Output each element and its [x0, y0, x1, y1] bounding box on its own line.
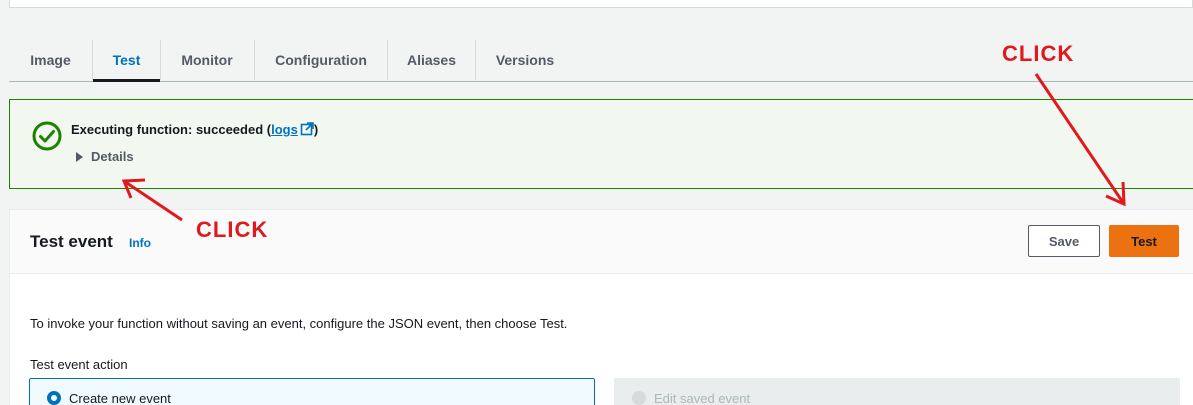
- check-circle-icon: [32, 121, 62, 151]
- caret-right-icon: [76, 151, 83, 162]
- test-description: To invoke your function without saving a…: [30, 316, 568, 331]
- panel-title: Test event: [30, 232, 113, 251]
- alert-title-prefix: Executing function: succeeded (: [71, 122, 272, 137]
- tab-versions[interactable]: Versions: [476, 38, 574, 82]
- tab-aliases[interactable]: Aliases: [388, 38, 475, 82]
- alert-title: Executing function: succeeded (logs): [71, 122, 318, 137]
- test-event-panel: Test event Info Save Test To invoke your…: [9, 209, 1193, 405]
- edit-saved-event-option: Edit saved event: [614, 378, 1180, 405]
- create-new-event-option[interactable]: Create new event: [29, 378, 595, 405]
- radio-selected-icon: [47, 391, 61, 405]
- details-label: Details: [91, 149, 134, 164]
- save-button[interactable]: Save: [1028, 225, 1100, 257]
- tab-monitor[interactable]: Monitor: [160, 38, 254, 82]
- test-button[interactable]: Test: [1109, 225, 1179, 257]
- click-annotation-bottom: CLICK: [196, 217, 269, 242]
- option-label: Edit saved event: [654, 390, 751, 405]
- alert-title-suffix: ): [313, 122, 319, 137]
- tab-test[interactable]: Test: [93, 38, 160, 82]
- tab-configuration[interactable]: Configuration: [255, 38, 387, 82]
- details-expander[interactable]: Details: [76, 149, 134, 164]
- panel-header: Test event Info Save Test: [10, 210, 1193, 274]
- info-link[interactable]: Info: [129, 236, 151, 250]
- previous-panel-edge: [9, 0, 1193, 8]
- test-event-action-label: Test event action: [30, 357, 128, 372]
- external-link-icon[interactable]: [300, 122, 314, 136]
- tab-image[interactable]: Image: [9, 38, 92, 82]
- click-annotation-top: CLICK: [1002, 41, 1075, 66]
- radio-disabled-icon: [632, 391, 646, 405]
- logs-link[interactable]: logs: [271, 122, 298, 137]
- execution-result-alert: Executing function: succeeded (logs) Det…: [9, 99, 1193, 189]
- option-label: Create new event: [69, 390, 171, 405]
- active-tab-indicator: [93, 79, 160, 82]
